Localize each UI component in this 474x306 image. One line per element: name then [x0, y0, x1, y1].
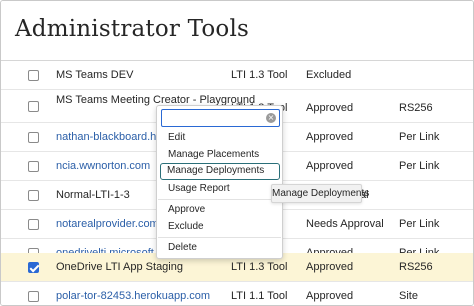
tool-signing: RS256 — [399, 102, 433, 114]
tool-name-link[interactable]: ncia.wwnorton.com — [56, 160, 150, 172]
row-checkbox-checked[interactable] — [28, 262, 39, 273]
tool-name: OneDrive LTI App Staging — [56, 261, 183, 273]
tool-status: Approved — [306, 160, 354, 172]
tool-type: LTI 1.1 Tool — [231, 290, 288, 302]
menu-item-usage-report[interactable]: Usage Report — [160, 180, 280, 197]
tool-name-link[interactable]: polar-tor-82453.herokuapp.com — [56, 290, 210, 302]
tool-name-link[interactable]: notarealprovider.com — [56, 218, 159, 230]
clear-icon[interactable]: × — [266, 113, 276, 123]
row-checkbox[interactable] — [28, 161, 39, 172]
tool-status: Needs Approval — [306, 218, 384, 230]
menu-item-exclude[interactable]: Exclude — [160, 218, 280, 235]
tool-signing: Site — [399, 290, 418, 302]
tooltip: Manage Deployments — [271, 184, 369, 203]
menu-item-approve[interactable]: Approve — [160, 201, 280, 218]
menu-divider — [158, 199, 281, 200]
admin-tools-panel: Administrator Tools MS Teams DEV LTI 1.3… — [0, 0, 474, 306]
tool-status: Approved — [306, 102, 354, 114]
page-header: Administrator Tools — [1, 1, 473, 61]
tool-signing: RS256 — [399, 261, 433, 273]
row-checkbox[interactable] — [28, 190, 39, 201]
tool-name: Normal-LTI-1-3 — [56, 189, 130, 201]
menu-divider — [158, 237, 281, 238]
tool-status: Approved — [306, 261, 354, 273]
row-checkbox[interactable] — [28, 291, 39, 302]
menu-item-manage-placements[interactable]: Manage Placements — [160, 146, 280, 163]
menu-item-delete[interactable]: Delete — [160, 239, 280, 256]
tool-status: Excluded — [306, 69, 352, 81]
tool-signing: Per Link — [399, 218, 440, 230]
table-row[interactable]: MS Teams DEV LTI 1.3 Tool Excluded — [1, 61, 473, 90]
menu-search-field[interactable]: × — [161, 109, 280, 127]
menu-item-edit[interactable]: Edit — [160, 129, 280, 146]
context-menu: × Edit Manage Placements Manage Deployme… — [156, 105, 283, 259]
row-checkbox[interactable] — [28, 70, 39, 81]
row-checkbox[interactable] — [28, 219, 39, 230]
tool-name: MS Teams DEV — [56, 69, 134, 81]
row-checkbox[interactable] — [28, 132, 39, 143]
tool-signing: Per Link — [399, 160, 440, 172]
tool-type: LTI 1.3 Tool — [231, 261, 288, 273]
page-title: Administrator Tools — [15, 16, 250, 42]
table-row[interactable]: polar-tor-82453.herokuapp.com LTI 1.1 To… — [1, 282, 473, 305]
tool-type: LTI 1.3 Tool — [231, 69, 288, 81]
menu-search-input[interactable] — [164, 111, 264, 125]
row-checkbox[interactable] — [28, 101, 39, 112]
tool-status: Approved — [306, 131, 354, 143]
menu-item-manage-deployments[interactable]: Manage Deployments — [160, 163, 280, 180]
tool-signing: Per Link — [399, 131, 440, 143]
tool-status: Approved — [306, 290, 354, 302]
